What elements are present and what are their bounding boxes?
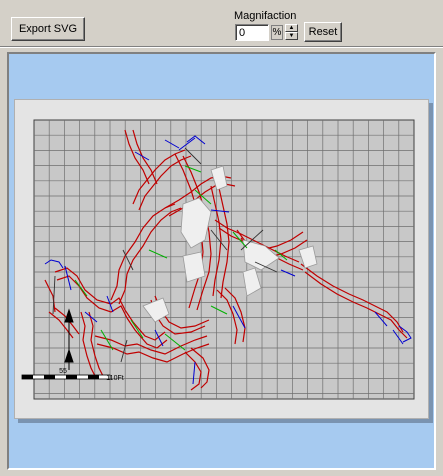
scale-label-end: 110Ft bbox=[106, 375, 123, 382]
cave-map: 55 110Ft bbox=[21, 119, 415, 400]
spin-up-icon[interactable]: ▲ bbox=[285, 24, 298, 32]
toolbar: Export SVG Magnifaction % ▲ ▼ Reset bbox=[0, 0, 443, 46]
magnification-spinner[interactable]: ▲ ▼ bbox=[285, 24, 298, 41]
toolbar-separator bbox=[0, 46, 443, 48]
percent-symbol: % bbox=[271, 25, 283, 40]
export-svg-button[interactable]: Export SVG bbox=[11, 17, 85, 41]
magnification-input[interactable] bbox=[235, 24, 269, 41]
map-page: 55 110Ft bbox=[14, 99, 429, 419]
magnification-label: Magnifaction bbox=[234, 10, 297, 22]
reset-button[interactable]: Reset bbox=[304, 22, 342, 42]
spin-down-icon[interactable]: ▼ bbox=[285, 32, 298, 40]
map-viewport[interactable]: 55 110Ft bbox=[7, 52, 436, 470]
grid-background bbox=[33, 119, 415, 400]
scale-label-mid: 55 bbox=[59, 368, 67, 375]
